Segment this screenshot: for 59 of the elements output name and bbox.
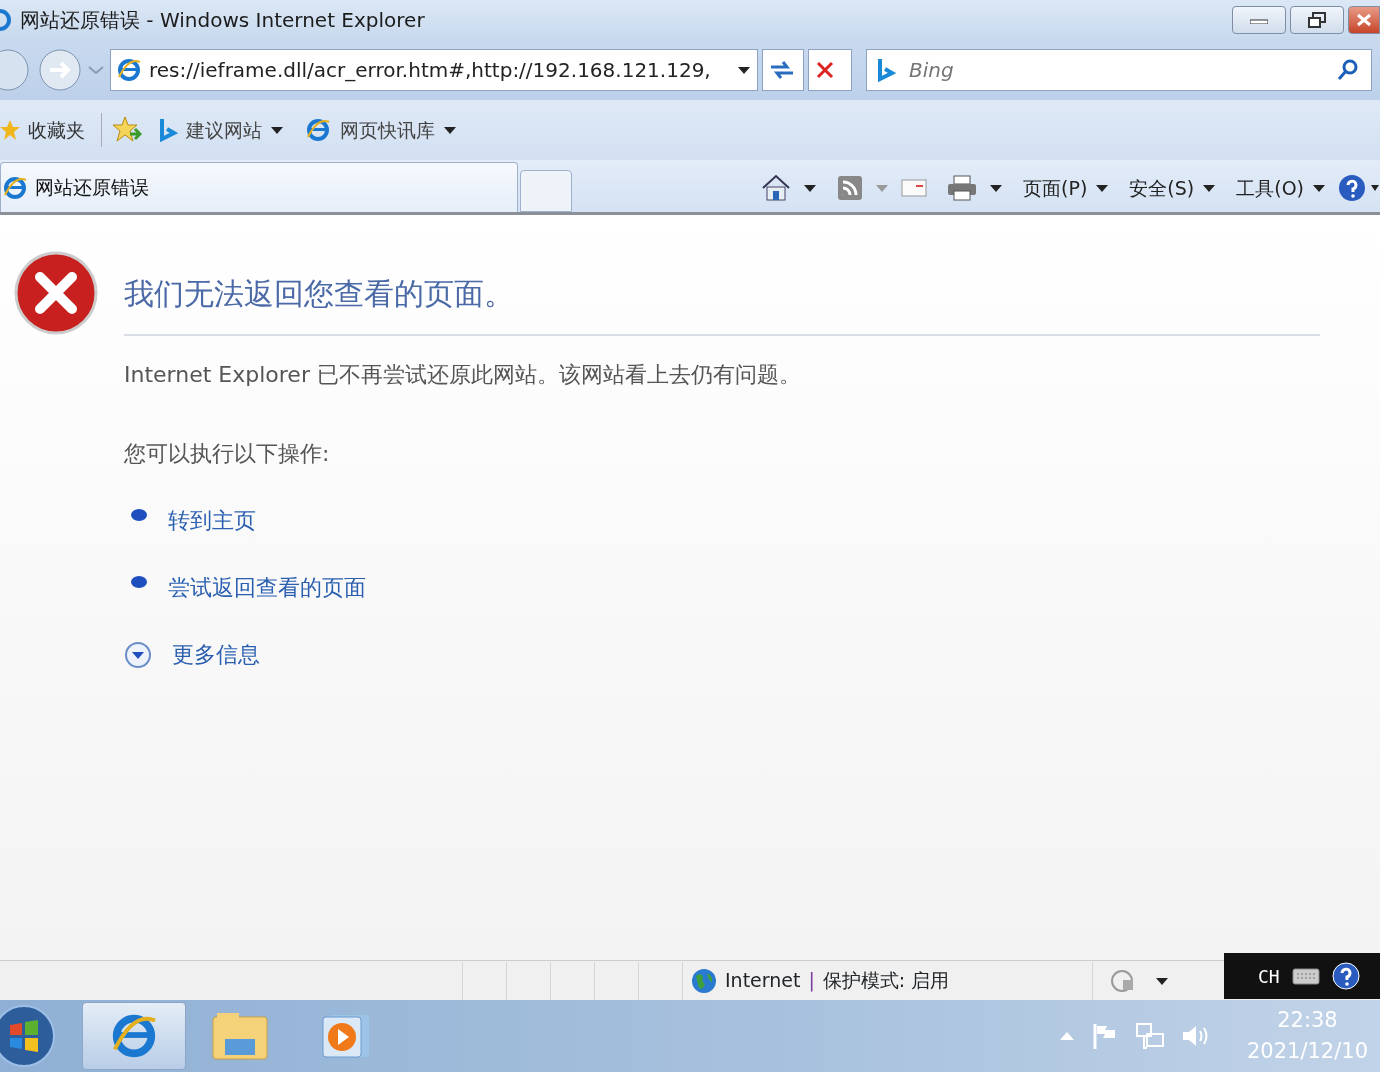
language-indicator[interactable]: CH [1258, 962, 1280, 990]
globe-icon [691, 967, 717, 994]
favorites-bar-item[interactable]: 建议网站 [152, 114, 290, 146]
refresh-icon [769, 59, 795, 81]
mail-icon[interactable] [901, 177, 928, 198]
close-icon [1356, 13, 1372, 27]
stop-button[interactable] [808, 49, 852, 91]
bullet-icon [130, 507, 148, 522]
home-icon[interactable] [761, 173, 792, 202]
dropdown-caret-icon[interactable] [737, 64, 751, 76]
restore-icon [1308, 12, 1326, 28]
help-icon[interactable] [1331, 962, 1360, 990]
feed-icon[interactable] [837, 174, 864, 201]
forward-button[interactable] [38, 48, 82, 92]
search-field[interactable]: Bing [866, 49, 1372, 91]
caret-icon [270, 124, 284, 136]
folder-icon [211, 1011, 269, 1061]
bing-logo-icon [158, 117, 178, 143]
minimize-icon [1250, 16, 1268, 24]
caret-icon [443, 124, 457, 136]
url-text: res://ieframe.dll/acr_error.htm#,http://192.168.121.129, [149, 57, 711, 84]
bullet-icon [130, 574, 148, 589]
start-button[interactable] [0, 1003, 58, 1069]
window-title: 网站还原错误 - Windows Internet Explorer [20, 7, 425, 34]
favorites-button[interactable]: 收藏夹 [0, 114, 91, 146]
keyboard-icon[interactable] [1291, 966, 1320, 986]
favorites-bar-item[interactable]: 网页快讯库 [300, 114, 463, 146]
zone-text: Internet [725, 968, 801, 994]
refresh-button[interactable] [762, 49, 804, 91]
printer-icon[interactable] [947, 173, 978, 202]
status-separator: | [808, 968, 815, 994]
search-icon[interactable] [1336, 58, 1360, 82]
command-menu[interactable]: 安全(S) [1129, 173, 1217, 202]
media-player-icon [321, 1013, 371, 1059]
close-button[interactable] [1348, 6, 1380, 34]
action-link[interactable]: 更多信息 [172, 638, 260, 671]
error-icon [14, 251, 98, 335]
tab[interactable]: 网站还原错误 [0, 162, 518, 212]
action-link[interactable]: 转到主页 [168, 504, 256, 537]
help-button[interactable] [1338, 173, 1380, 202]
error-message: Internet Explorer 已不再尝试还原此网站。该网站看上去仍有问题。 [124, 361, 802, 389]
star-icon [0, 119, 20, 141]
command-menu[interactable]: 页面(P) [1023, 173, 1110, 202]
error-heading: 我们无法返回您查看的页面。 [124, 251, 1320, 336]
action-link[interactable]: 尝试返回查看的页面 [168, 571, 366, 604]
options-prompt: 您可以执行以下操作: [124, 440, 331, 468]
help-icon [1338, 173, 1366, 202]
ie-page-icon [306, 117, 332, 143]
ie-page-icon [3, 174, 29, 201]
add-favorite-star-icon[interactable] [112, 116, 142, 144]
stop-icon [815, 60, 835, 80]
protected-mode-text: 保护模式: 启用 [822, 968, 950, 994]
address-field[interactable]: res://ieframe.dll/acr_error.htm#,http://192.168.121.129, [110, 49, 758, 91]
bing-logo-icon [876, 57, 896, 83]
expand-chevron-icon[interactable] [124, 640, 152, 669]
ie-page-icon [117, 57, 141, 83]
restore-button[interactable] [1290, 6, 1344, 34]
command-menu[interactable]: 工具(O) [1236, 173, 1326, 202]
taskbar-button[interactable] [82, 1002, 186, 1070]
